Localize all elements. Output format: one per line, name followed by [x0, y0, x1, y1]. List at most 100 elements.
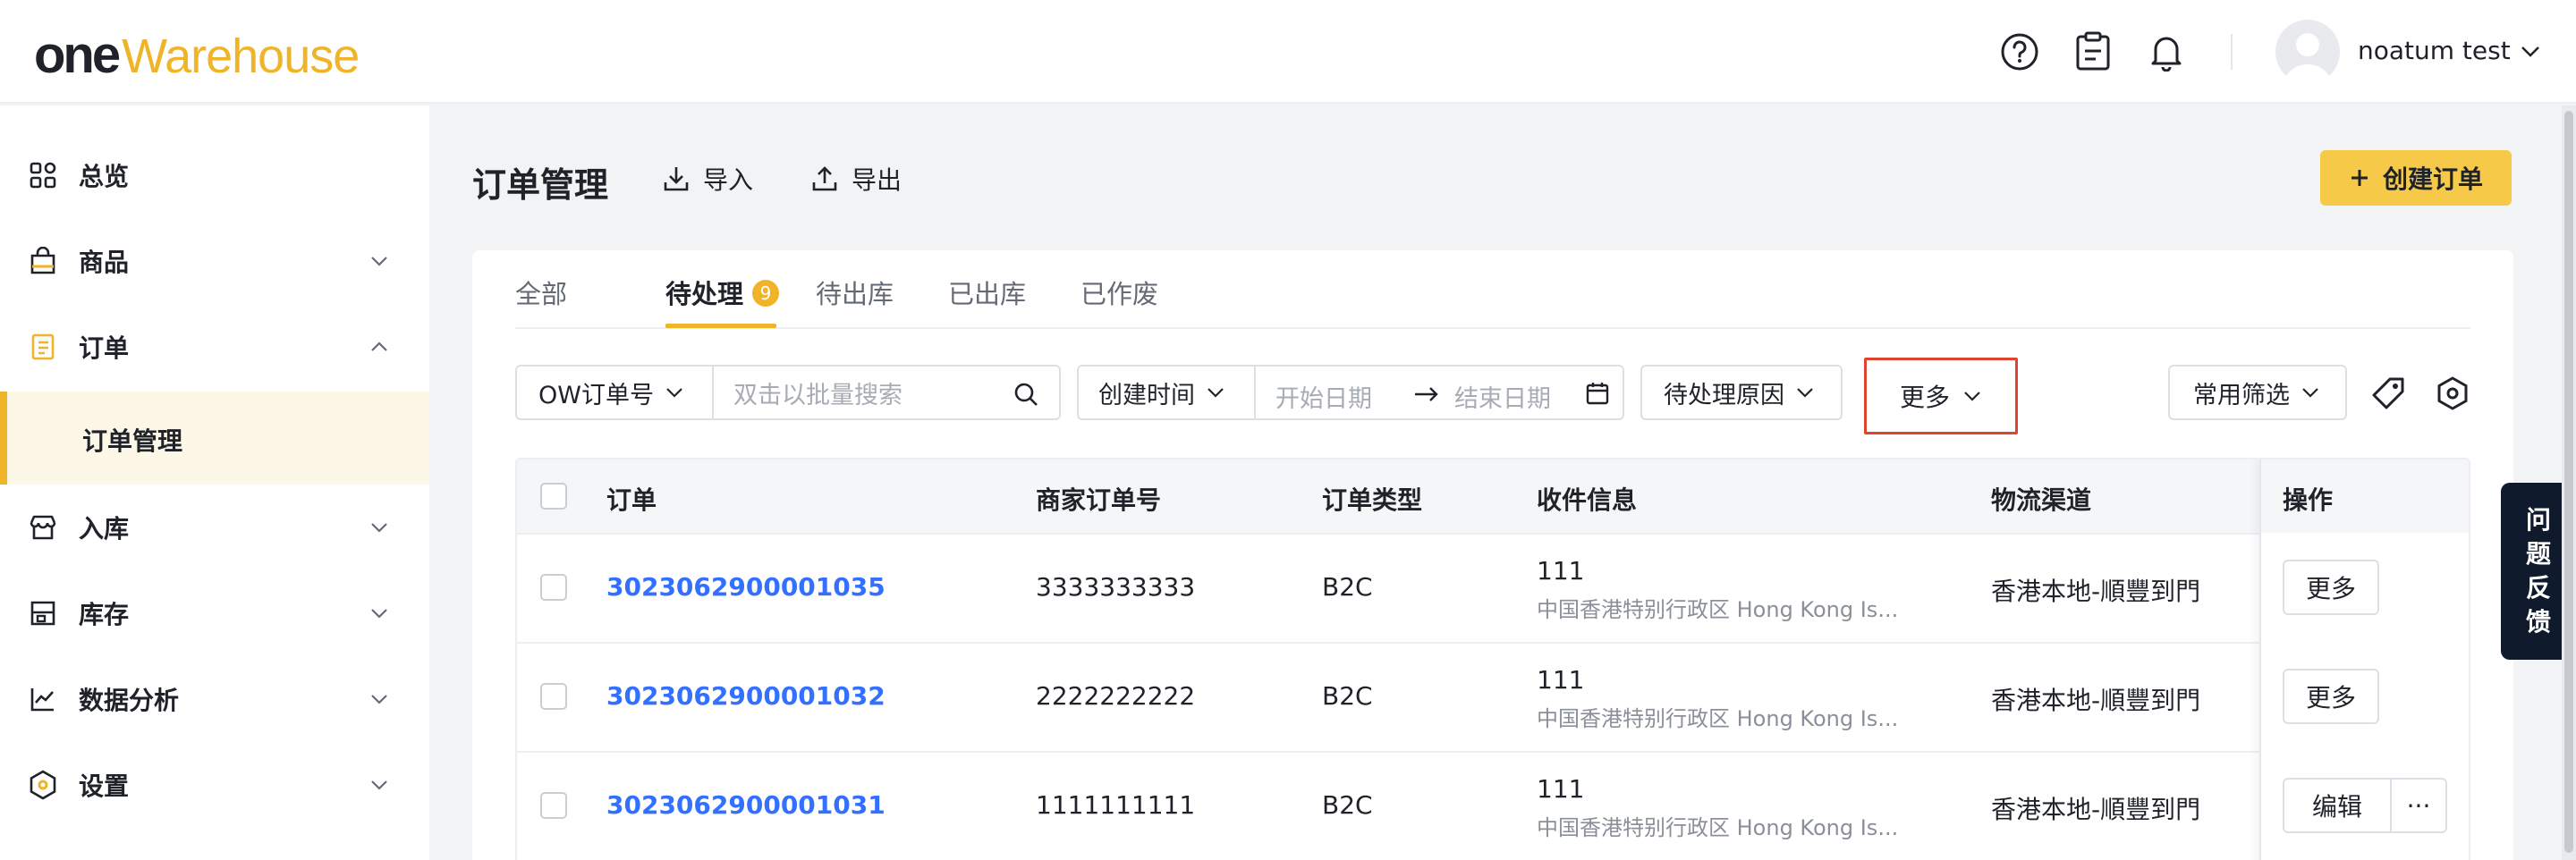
chevron-down-icon [369, 688, 390, 713]
recipient-address: 中国香港特别行政区 Hong Kong Is... [1537, 815, 1899, 840]
feedback-char: 馈 [2525, 607, 2551, 637]
chevron-down-icon [666, 388, 682, 398]
tab-all[interactable]: 全部 [515, 274, 567, 311]
recipient-name: 111 [1537, 774, 1585, 804]
page-scrollbar[interactable] [2562, 105, 2576, 860]
user-name[interactable]: noatum test [2358, 36, 2511, 65]
scrollbar-thumb[interactable] [2564, 111, 2573, 853]
search-input[interactable]: 双击以批量搜索 [714, 367, 1059, 418]
tab-shipped[interactable]: 已出库 [948, 274, 1026, 311]
order-number-link[interactable]: 3023062900001035 [606, 572, 886, 602]
ellipsis-menu-button[interactable]: ··· [2390, 778, 2447, 833]
sidebar-subitem-label: 订单管理 [82, 426, 183, 456]
logo-warehouse: Warehouse [122, 30, 360, 83]
row-checkbox[interactable] [540, 792, 567, 819]
settings-hex-icon [27, 769, 59, 801]
table-row: 3023062900001035 3333333333 B2C 111 中国香港… [517, 533, 2469, 642]
sidebar-item-products[interactable]: 商品 [0, 218, 429, 304]
download-icon [664, 167, 689, 191]
create-order-button[interactable]: 创建订单 [2320, 150, 2512, 206]
chevron-down-icon [1208, 388, 1224, 398]
orders-card: 全部 待处理 9 待出库 已出库 已作废 OW订单号 双击以批量搜索 创建时间 开… [472, 250, 2513, 860]
active-tab-indicator [665, 324, 776, 328]
chevron-down-icon [1797, 388, 1813, 398]
column-header-recipient[interactable]: 收件信息 [1537, 481, 1637, 517]
end-date-placeholder: 结束日期 [1454, 385, 1551, 413]
column-header-merchant-order-no[interactable]: 商家订单号 [1036, 481, 1161, 517]
column-header-order[interactable]: 订单 [606, 481, 657, 517]
recipient-name: 111 [1537, 665, 1585, 695]
order-number-select[interactable]: OW订单号 [517, 367, 712, 418]
chart-line-icon [27, 683, 59, 715]
import-button[interactable]: 导入 [662, 161, 753, 197]
start-date-placeholder: 开始日期 [1275, 385, 1372, 413]
tab-label: 待处理 [665, 279, 744, 309]
merchant-order-no: 1111111111 [1036, 790, 1196, 820]
top-header: one Warehouse noatum test [0, 0, 2576, 104]
more-actions-button[interactable]: 更多 [2283, 669, 2379, 724]
import-label: 导入 [703, 165, 754, 195]
more-filters-button[interactable]: 更多 [1864, 358, 2018, 434]
search-icon[interactable] [1013, 381, 1039, 408]
more-actions-button[interactable]: 更多 [2283, 560, 2379, 615]
inbound-store-icon [27, 511, 59, 544]
merchant-order-no: 3333333333 [1036, 572, 1196, 602]
chevron-down-icon [369, 517, 390, 542]
order-type: B2C [1322, 681, 1373, 711]
chevron-down-icon[interactable] [2519, 39, 2542, 66]
order-list-icon [27, 331, 59, 363]
column-header-logistics-channel[interactable]: 物流渠道 [1991, 481, 2091, 517]
recipient-name: 111 [1537, 556, 1585, 586]
export-button[interactable]: 导出 [810, 161, 902, 197]
time-type-select[interactable]: 创建时间 [1079, 367, 1254, 418]
pending-reason-select[interactable]: 待处理原因 [1640, 365, 1843, 420]
clipboard-icon[interactable] [2070, 29, 2116, 75]
common-filter-select-value: 常用筛选 [2193, 381, 2290, 409]
sidebar-item-orders[interactable]: 订单 [0, 304, 429, 390]
help-icon[interactable] [1996, 29, 2043, 75]
date-range-group: 创建时间 开始日期 结束日期 [1077, 365, 1624, 420]
order-number-link[interactable]: 3023062900001032 [606, 681, 886, 711]
order-number-link[interactable]: 3023062900001031 [606, 790, 886, 820]
order-type: B2C [1322, 790, 1373, 820]
date-range-picker[interactable]: 开始日期 结束日期 [1256, 367, 1623, 418]
row-checkbox[interactable] [540, 574, 567, 601]
search-placeholder: 双击以批量搜索 [733, 381, 902, 409]
logistics-channel: 香港本地-順豐到門 [1991, 577, 2201, 606]
sidebar-item-label: 商品 [79, 248, 130, 277]
settings-icon[interactable] [2431, 372, 2474, 415]
sidebar-item-label: 数据分析 [79, 686, 180, 715]
column-header-order-type[interactable]: 订单类型 [1322, 481, 1422, 517]
column-header-operations: 操作 [2283, 485, 2334, 515]
tab-awaiting-shipment[interactable]: 待出库 [816, 274, 894, 311]
logistics-channel: 香港本地-順豐到門 [1991, 686, 2201, 715]
sidebar-item-analytics[interactable]: 数据分析 [0, 656, 429, 742]
chevron-down-icon [2302, 388, 2318, 398]
tag-icon[interactable] [2367, 372, 2410, 415]
tab-pending[interactable]: 待处理 9 [665, 274, 780, 311]
avatar[interactable] [2275, 20, 2340, 84]
orders-table: 订单 商家订单号 订单类型 收件信息 物流渠道 3023062900001035… [515, 458, 2470, 860]
arrow-right-icon [1415, 387, 1438, 401]
sidebar-item-overview[interactable]: 总览 [0, 132, 429, 218]
operations-column: 操作 更多 更多 编辑 ··· [2259, 460, 2469, 860]
edit-button[interactable]: 编辑 [2283, 778, 2392, 833]
logistics-channel: 香港本地-順豐到門 [1991, 795, 2201, 824]
bell-icon[interactable] [2143, 29, 2190, 75]
tab-voided[interactable]: 已作废 [1080, 274, 1158, 311]
sidebar-item-label: 库存 [79, 600, 130, 629]
row-checkbox[interactable] [540, 683, 567, 710]
sidebar-item-inventory[interactable]: 库存 [0, 570, 429, 656]
chevron-down-icon [1964, 392, 1980, 401]
select-all-checkbox[interactable] [540, 483, 567, 510]
sidebar-subitem-order-management[interactable]: 订单管理 [0, 392, 429, 485]
common-filter-select[interactable]: 常用筛选 [2168, 365, 2347, 420]
plus-icon [2351, 170, 2368, 186]
sidebar-item-settings[interactable]: 设置 [0, 742, 429, 828]
order-number-select-value: OW订单号 [538, 381, 654, 409]
logo-one: one [34, 26, 121, 84]
sidebar: 总览 商品 订单 订单管理 入库 库存 数据分析 设置 [0, 105, 429, 860]
app-logo[interactable]: one Warehouse [34, 25, 360, 84]
more-filters-label: 更多 [1899, 383, 1950, 412]
sidebar-item-inbound[interactable]: 入库 [0, 485, 429, 570]
